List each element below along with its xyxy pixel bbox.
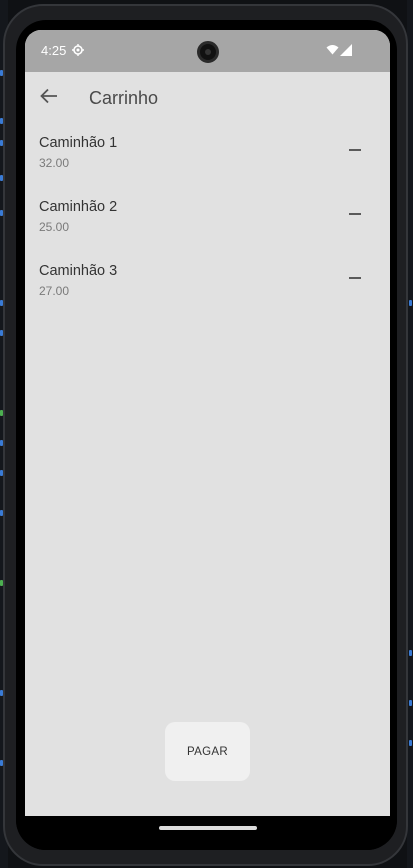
item-price: 32.00 [39,156,70,170]
front-camera [197,41,219,63]
item-name: Caminhão 1 [39,135,118,151]
cart-list: Caminhão 1 32.00 Caminhão 2 25.00 Caminh… [25,134,390,326]
pay-button[interactable]: PAGAR [165,722,250,781]
item-price: 27.00 [39,284,70,298]
remove-icon [349,277,361,279]
navigation-bar [16,816,397,850]
cart-item: Caminhão 1 32.00 [25,134,390,198]
app-screen: 4:25 Carrinho Caminhão 1 32.00 Caminhão … [25,30,390,838]
cart-item: Caminhão 3 27.00 [25,262,390,326]
signal-icon [340,44,352,56]
item-name: Caminhão 3 [39,263,118,279]
device-frame: 4:25 Carrinho Caminhão 1 32.00 Caminhão … [3,4,408,866]
page-title: Carrinho [89,88,159,108]
remove-icon [349,213,361,215]
remove-item-button[interactable] [339,202,371,226]
home-gesture-handle[interactable] [159,826,257,830]
gps-icon [72,44,84,56]
wifi-icon [326,45,339,55]
remove-item-button[interactable] [339,266,371,290]
app-bar: Carrinho [25,72,390,128]
item-name: Caminhão 2 [39,199,118,215]
arrow-back-icon [40,88,57,104]
status-time: 4:25 [41,43,67,58]
back-button[interactable] [31,78,67,114]
remove-icon [349,149,361,151]
status-bar: 4:25 [25,30,390,72]
remove-item-button[interactable] [339,138,371,162]
cart-item: Caminhão 2 25.00 [25,198,390,262]
device-bezel: 4:25 Carrinho Caminhão 1 32.00 Caminhão … [16,20,397,850]
item-price: 25.00 [39,220,70,234]
